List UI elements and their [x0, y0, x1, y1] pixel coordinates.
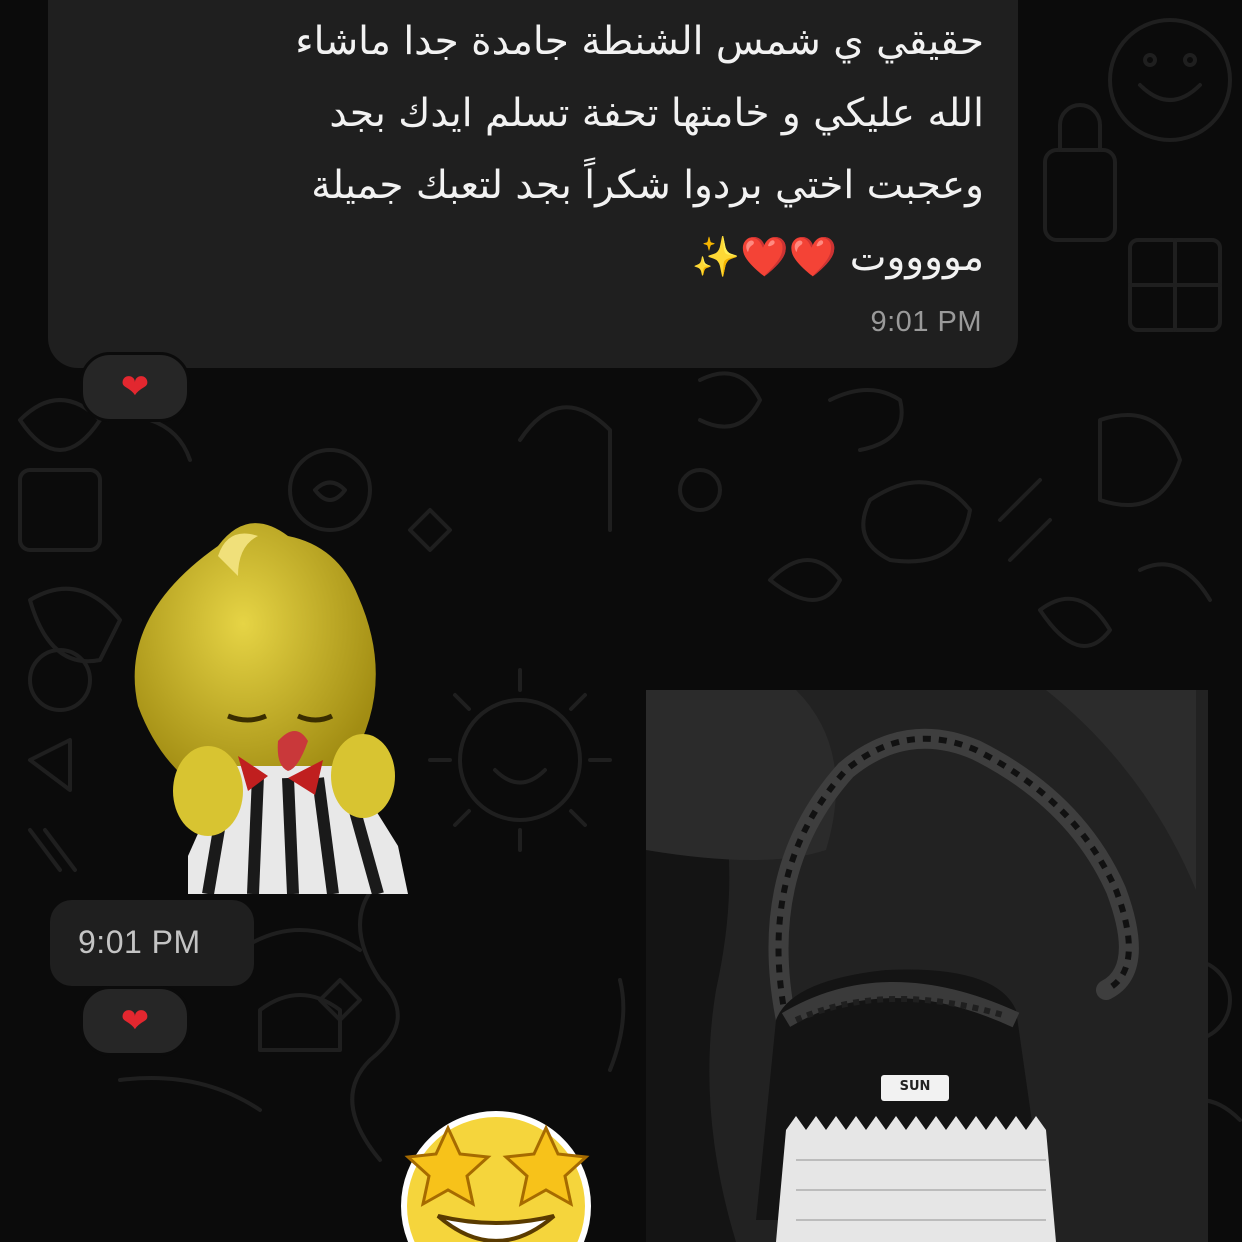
sticker-heart-reaction[interactable]: ❤ — [80, 986, 190, 1056]
heart-icon: ❤ — [120, 1001, 150, 1041]
chick-mascot-sticker[interactable] — [128, 516, 414, 894]
star-struck-emoji-sticker[interactable] — [388, 1098, 604, 1242]
heart-icon: ❤ — [120, 367, 150, 407]
message-timestamp: 9:01 PM — [870, 306, 982, 338]
sticker-timestamp-bubble: 9:01 PM — [50, 900, 254, 986]
heart-reaction[interactable]: ❤ — [80, 352, 190, 422]
incoming-message-bubble[interactable]: حقيقي ي شمس الشنطة جامدة جدا ماشاء الله … — [48, 0, 1018, 368]
sticker-timestamp: 9:01 PM — [78, 924, 201, 960]
message-text: حقيقي ي شمس الشنطة جامدة جدا ماشاء الله … — [295, 19, 984, 280]
crochet-bag-photo[interactable] — [646, 690, 1208, 1242]
bag-label-text: SUN — [899, 1079, 931, 1094]
